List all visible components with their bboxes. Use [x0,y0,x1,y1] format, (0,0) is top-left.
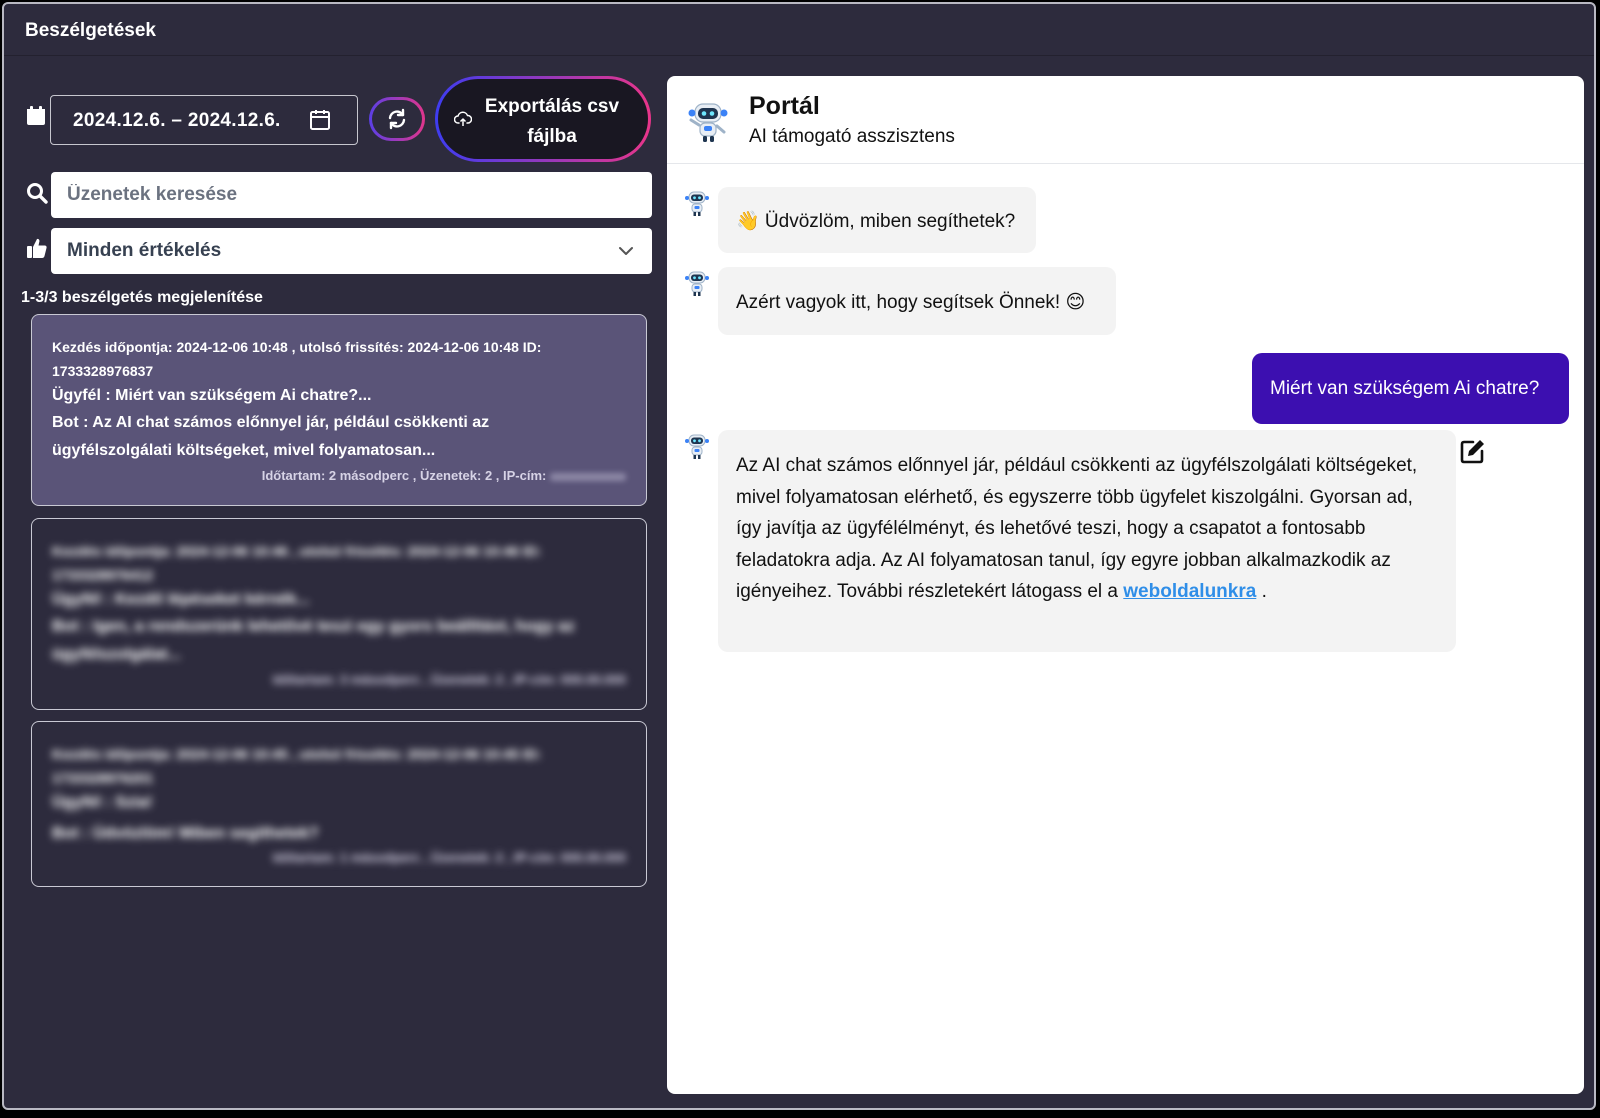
calendar-icon [27,106,45,125]
assistant-name: Portál [749,92,820,120]
rating-filter-value: Minden értékelés [67,240,222,261]
conversation-client-message: Ügyfél : Szia! [52,794,153,811]
robot-avatar-icon [685,271,709,296]
date-picker-icon[interactable] [309,109,331,131]
conversation-meta: Kezdés időpontja: 2024-12-06 10:45 , uto… [52,746,542,786]
redacted-ip [550,472,626,481]
bot-message-body: Az AI chat számos előnnyel jár, például … [736,455,1418,602]
cloud-upload-icon [454,111,472,126]
bot-message-text: 👋 Üdvözlöm, miben segíthetek? [736,211,1016,232]
search-icon [27,183,48,204]
export-csv-button[interactable]: Exportálás csv fájlba [435,76,651,162]
results-count: 1-3/3 beszélgetés megjelenítése [21,289,263,306]
user-message-text: Miért van szükségem Ai chatre? [1270,378,1540,399]
refresh-button[interactable] [369,97,425,141]
conversation-bot-message: Bot : Az AI chat számos előnnyel jár, pé… [52,414,490,459]
export-label: Exportálás csv fájlba [484,96,620,147]
date-range-field[interactable]: 2024.12.6. – 2024.12.6. [50,95,358,145]
conversation-card[interactable]: Kezdés időpontja: 2024-12-06 10:45 , uto… [31,721,647,887]
conversation-bot-message: Bot : Üdvözlöm! Miben segíthetek? [52,825,319,842]
search-input[interactable] [51,172,652,218]
assistant-subtitle: AI támogató asszisztens [749,126,955,147]
page-title: Beszélgetések [25,20,156,41]
robot-avatar-icon [688,103,728,142]
conversation-stats: Időtartam: 1 másodperc , Üzenetek: 2 , I… [272,850,626,865]
conversation-client-message: Ügyfél : Kezdő lépéseket kérnék... [52,591,310,608]
bot-message-bubble: 👋 Üdvözlöm, miben segíthetek? [718,187,1036,253]
bot-message-text: Az AI chat számos előnnyel jár, például … [736,450,1436,608]
refresh-icon [388,108,406,130]
conversation-meta: Kezdés időpontja: 2024-12-06 10:48 , uto… [52,339,542,379]
bot-message-bubble: Azért vagyok itt, hogy segítsek Önnek! 😊 [718,267,1116,335]
conversation-card[interactable]: Kezdés időpontja: 2024-12-06 10:48 , uto… [31,314,647,506]
user-message-bubble: Miért van szükségem Ai chatre? [1252,353,1569,424]
bot-message-text: Azért vagyok itt, hogy segítsek Önnek! 😊 [736,292,1086,313]
chat-panel: Portál AI támogató asszisztens 👋 Üdvözlö… [667,76,1584,1094]
rating-filter-select[interactable]: Minden értékelés [51,228,652,274]
robot-avatar-icon [685,434,709,459]
conversation-stats-text: Időtartam: 2 másodperc , Üzenetek: 2 , I… [261,468,547,483]
conversation-client-message: Ügyfél : Miért van szükségem Ai chatre?.… [52,387,372,404]
website-link[interactable]: weboldalunkra [1123,581,1256,602]
conversation-card[interactable]: Kezdés időpontja: 2024-12-06 10:46 , uto… [31,518,647,710]
bot-message-bubble: Az AI chat számos előnnyel jár, például … [718,430,1456,652]
conversation-meta: Kezdés időpontja: 2024-12-06 10:46 , uto… [52,543,542,583]
bot-message-end: . [1261,581,1267,602]
conversation-stats: Időtartam: 3 másodperc , Üzenetek: 2 , I… [272,672,626,687]
chevron-down-icon [619,247,633,255]
conversation-stats: Időtartam: 2 másodperc , Üzenetek: 2 , I… [262,468,626,483]
date-range-value: 2024.12.6. – 2024.12.6. [73,110,281,131]
conversation-bot-message: Bot : Igen, a rendszerünk lehetővé teszi… [52,618,575,663]
top-bar: Beszélgetések [4,4,1594,56]
chat-header: Portál AI támogató asszisztens [667,76,1584,164]
thumbs-up-icon [27,238,47,258]
edit-icon[interactable] [1460,438,1486,464]
robot-avatar-icon [685,191,709,216]
app-window: Beszélgetések 2024.12.6. – 2024.12.6. Ex… [2,2,1596,1110]
